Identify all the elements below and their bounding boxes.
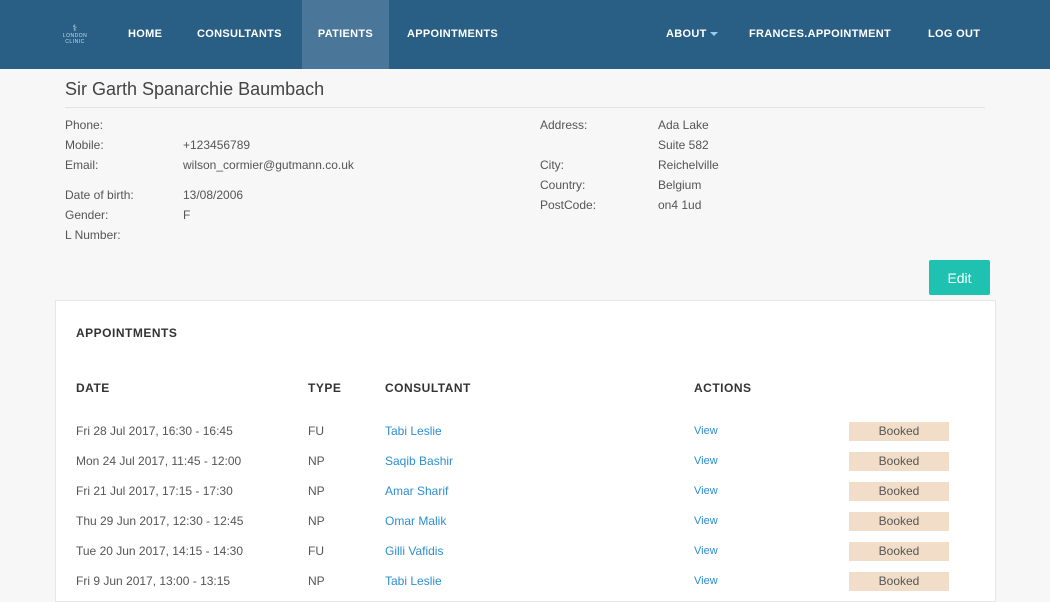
consultant-link[interactable]: Gilli Vafidis (385, 541, 443, 561)
appointment-date: Thu 29 Jun 2017, 12:30 - 12:45 (76, 514, 244, 528)
table-row: Thu 29 Jun 2017, 12:30 - 12:45 NP Omar M… (56, 511, 995, 531)
column-header-type: TYPE (308, 381, 342, 395)
country-value: Belgium (658, 178, 702, 192)
email-value: wilson_cormier@gutmann.co.uk (183, 158, 354, 172)
top-navbar: ⚕ LONDON CLINIC HOME CONSULTANTS PATIENT… (0, 0, 1050, 69)
email-label: Email: (65, 158, 99, 172)
status-badge: Booked (849, 542, 949, 561)
consultant-link[interactable]: Amar Sharif (385, 481, 448, 501)
appointment-date: Tue 20 Jun 2017, 14:15 - 14:30 (76, 544, 244, 558)
appointment-type: NP (308, 454, 325, 468)
city-value: Reichelville (658, 158, 719, 172)
appointment-type: NP (308, 484, 325, 498)
appointment-date: Fri 9 Jun 2017, 13:00 - 13:15 (76, 574, 231, 588)
crest-icon: ⚕ (72, 22, 78, 33)
appointment-type: NP (308, 574, 325, 588)
address-label: Address: (540, 118, 588, 132)
view-link[interactable]: View (694, 451, 718, 471)
column-header-consultant: CONSULTANT (385, 381, 471, 395)
consultant-link[interactable]: Omar Malik (385, 511, 446, 531)
lnumber-label: L Number: (65, 228, 121, 242)
appointment-type: FU (308, 544, 324, 558)
postcode-value: on4 1ud (658, 198, 702, 212)
consultant-link[interactable]: Tabi Leslie (385, 421, 442, 441)
table-row: Fri 28 Jul 2017, 16:30 - 16:45 FU Tabi L… (56, 421, 995, 441)
caret-down-icon (709, 32, 718, 37)
table-row: Mon 24 Jul 2017, 11:45 - 12:00 NP Saqib … (56, 451, 995, 471)
phone-label: Phone: (65, 118, 104, 132)
column-header-date: DATE (76, 381, 110, 395)
nav-about-label: ABOUT (666, 28, 707, 40)
nav-consultants[interactable]: CONSULTANTS (197, 0, 282, 69)
nav-appointments[interactable]: APPOINTMENTS (407, 0, 498, 69)
nav-about[interactable]: ABOUT (666, 0, 718, 69)
appointments-title: APPOINTMENTS (76, 326, 178, 340)
divider (65, 107, 985, 108)
city-label: City: (540, 158, 564, 172)
appointment-date: Fri 28 Jul 2017, 16:30 - 16:45 (76, 424, 233, 438)
gender-value: F (183, 208, 191, 222)
patient-name: Sir Garth Spanarchie Baumbach (65, 79, 325, 99)
view-link[interactable]: View (694, 511, 718, 531)
address-line1: Ada Lake (658, 118, 709, 132)
view-link[interactable]: View (694, 481, 718, 501)
appointment-type: NP (308, 514, 325, 528)
status-badge: Booked (849, 452, 949, 471)
country-label: Country: (540, 178, 586, 192)
status-badge: Booked (849, 422, 949, 441)
appointment-date: Mon 24 Jul 2017, 11:45 - 12:00 (76, 454, 242, 468)
column-header-actions: ACTIONS (694, 381, 752, 395)
view-link[interactable]: View (694, 421, 718, 441)
table-row: Fri 21 Jul 2017, 17:15 - 17:30 NP Amar S… (56, 481, 995, 501)
view-link[interactable]: View (694, 541, 718, 561)
mobile-label: Mobile: (65, 138, 104, 152)
appointments-panel: APPOINTMENTS DATE TYPE CONSULTANT ACTION… (55, 300, 996, 602)
nav-patients[interactable]: PATIENTS (302, 0, 389, 69)
mobile-value: +123456789 (183, 138, 251, 152)
table-row: Fri 9 Jun 2017, 13:00 - 13:15 NP Tabi Le… (56, 571, 995, 591)
view-link[interactable]: View (694, 571, 718, 591)
status-badge: Booked (849, 482, 949, 501)
clinic-logo[interactable]: ⚕ LONDON CLINIC (58, 20, 92, 48)
appointment-date: Fri 21 Jul 2017, 17:15 - 17:30 (76, 484, 233, 498)
nav-user[interactable]: FRANCES.APPOINTMENT (749, 0, 891, 69)
consultant-link[interactable]: Saqib Bashir (385, 451, 453, 471)
status-badge: Booked (849, 512, 949, 531)
appointment-type: FU (308, 424, 324, 438)
edit-button[interactable]: Edit (929, 260, 990, 295)
postcode-label: PostCode: (540, 198, 597, 212)
consultant-link[interactable]: Tabi Leslie (385, 571, 442, 591)
nav-home[interactable]: HOME (128, 0, 162, 69)
dob-value: 13/08/2006 (183, 188, 244, 202)
status-badge: Booked (849, 572, 949, 591)
nav-logout[interactable]: LOG OUT (928, 0, 980, 69)
table-row: Tue 20 Jun 2017, 14:15 - 14:30 FU Gilli … (56, 541, 995, 561)
dob-label: Date of birth: (65, 188, 134, 202)
gender-label: Gender: (65, 208, 109, 222)
logo-text: LONDON CLINIC (62, 32, 88, 45)
address-line2: Suite 582 (658, 138, 709, 152)
